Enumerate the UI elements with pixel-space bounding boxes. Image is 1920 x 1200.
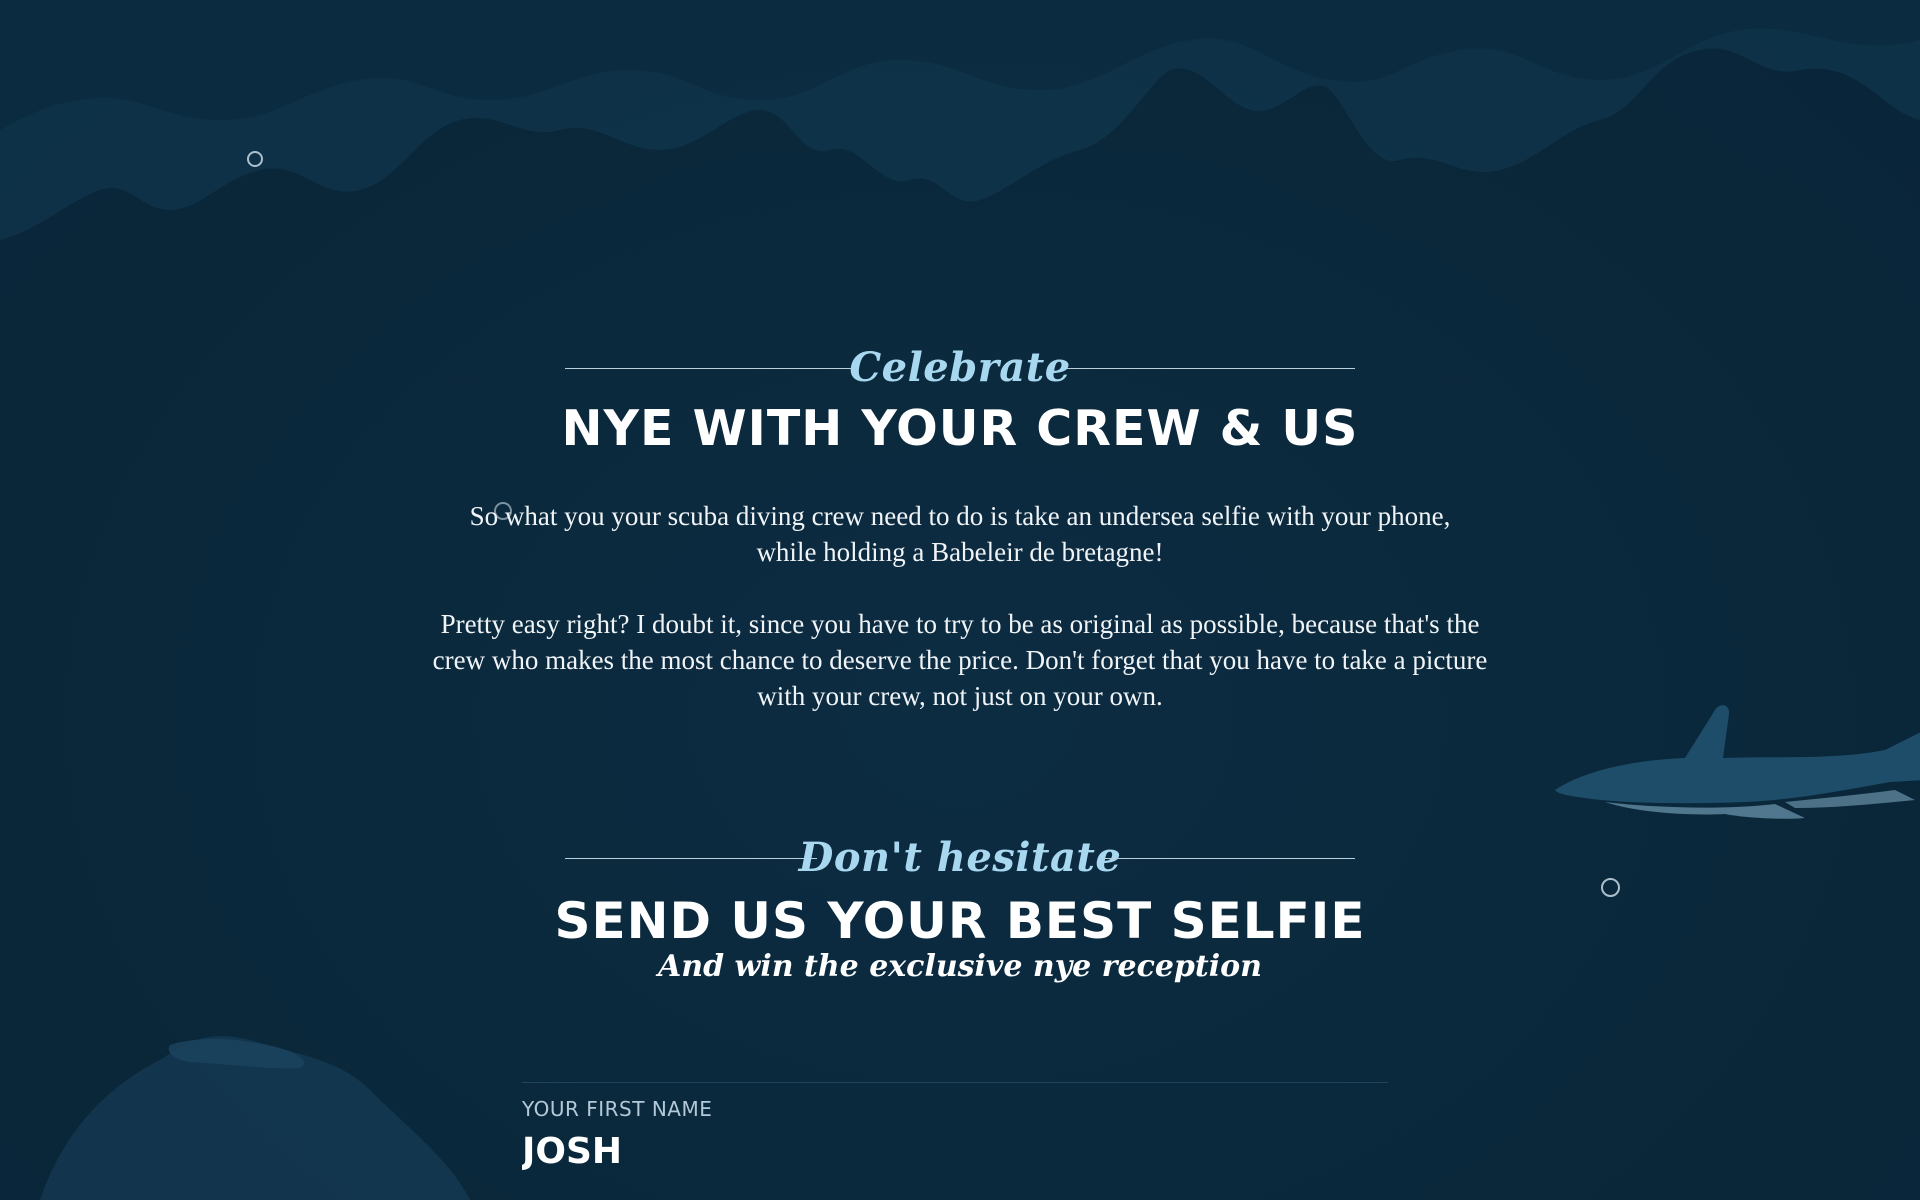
selfie-form: YOUR FIRST NAME <box>522 1082 1388 1172</box>
page: Celebrate NYE WITH YOUR CREW & US So wha… <box>0 0 1920 1200</box>
divider-line-right <box>1103 858 1355 859</box>
rules-paragraph: Pretty easy right? I doubt it, since you… <box>432 609 1488 711</box>
selfie-heading: SEND US YOUR BEST SELFIE <box>554 892 1366 950</box>
reef-silhouette <box>0 0 1920 240</box>
celebrate-eyebrow-row: Celebrate <box>565 338 1355 398</box>
celebrate-section: Celebrate NYE WITH YOUR CREW & US So wha… <box>0 338 1920 714</box>
form-divider <box>522 1082 1388 1083</box>
shark-illustration <box>1555 705 1920 819</box>
first-name-label: YOUR FIRST NAME <box>522 1097 713 1121</box>
rock-silhouette <box>40 1036 470 1200</box>
selfie-eyebrow-row: Don't hesitate <box>565 828 1355 888</box>
first-name-input[interactable] <box>522 1131 1388 1172</box>
divider-line-right <box>1067 368 1355 369</box>
celebrate-heading: NYE WITH YOUR CREW & US <box>561 400 1359 457</box>
selfie-section: Don't hesitate SEND US YOUR BEST SELFIE … <box>0 828 1920 984</box>
intro-paragraph: So what you your scuba diving crew need … <box>469 501 1451 567</box>
bubble <box>247 151 263 167</box>
selfie-tagline: And win the exclusive nye reception <box>658 949 1262 984</box>
